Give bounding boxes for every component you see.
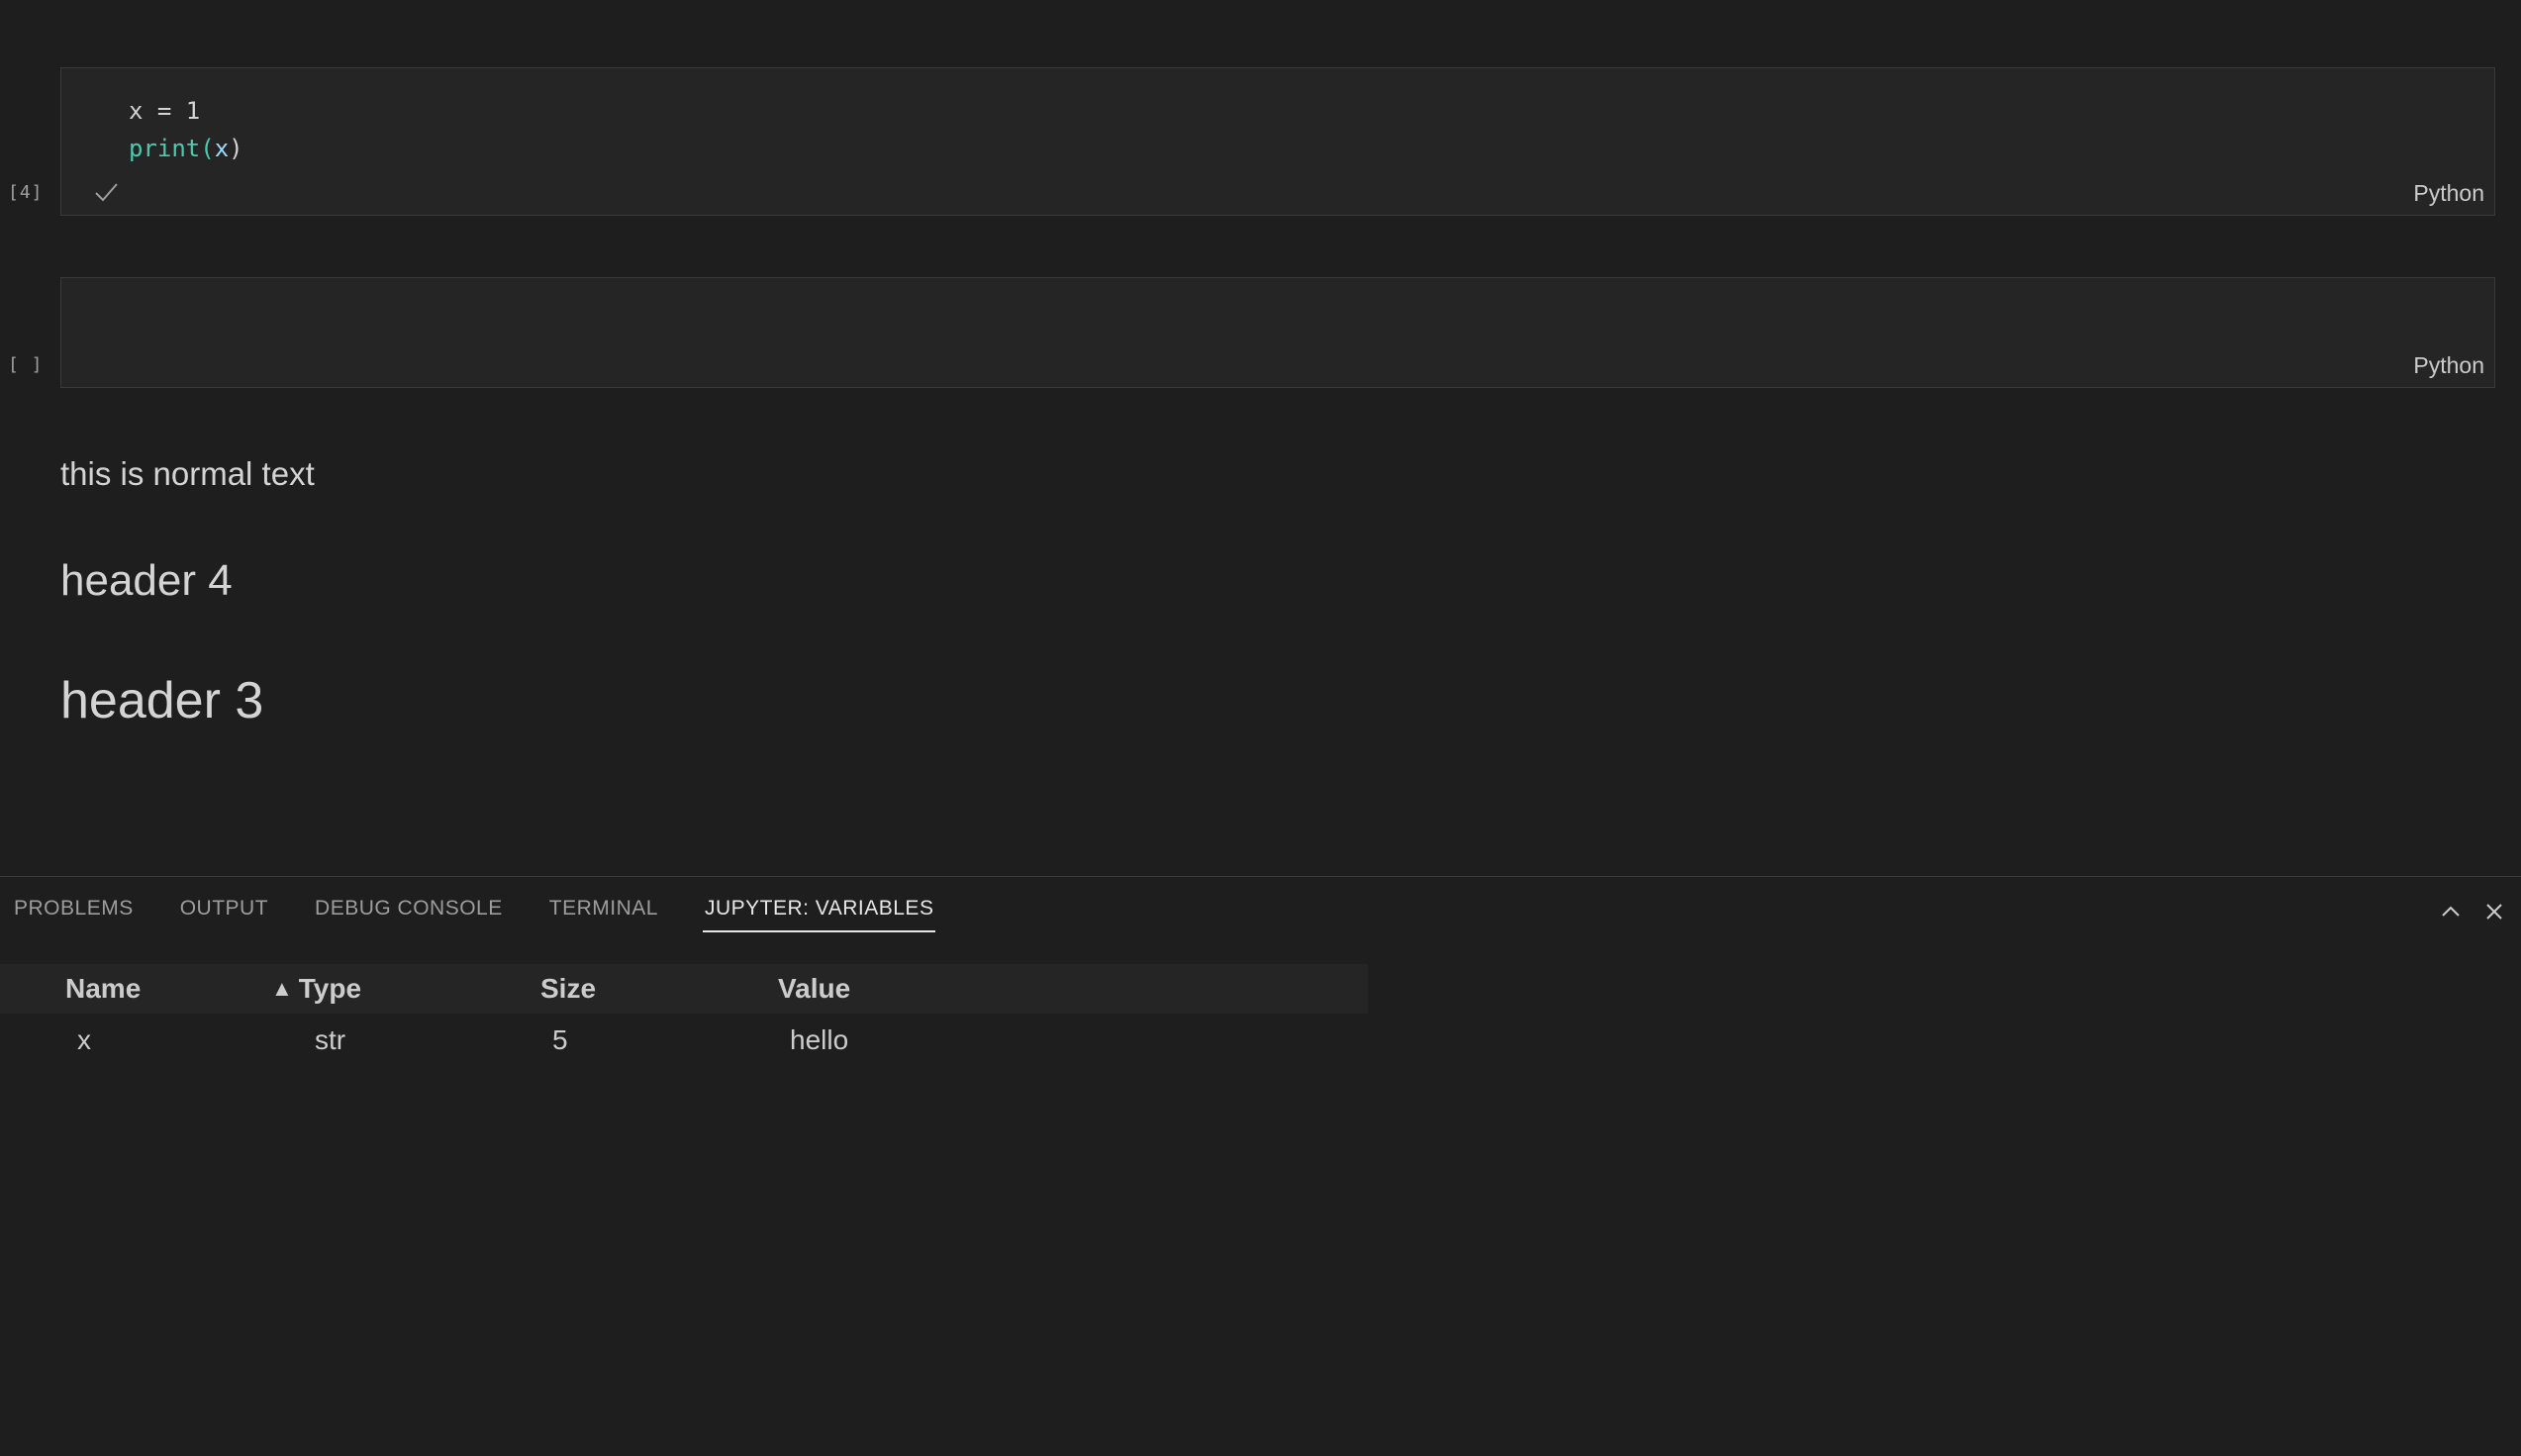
language-selector[interactable]: Python [2413, 180, 2484, 207]
bottom-panel: PROBLEMS OUTPUT DEBUG CONSOLE TERMINAL J… [0, 876, 2521, 1456]
sort-ascending-icon: ▲ [271, 976, 293, 1001]
language-selector[interactable]: Python [2413, 352, 2484, 379]
markdown-header-3: header 3 [60, 672, 264, 729]
execution-count: [ ] [8, 354, 44, 375]
code-line: x = 1 [129, 97, 201, 125]
code-line: print(x) [129, 135, 243, 162]
check-icon [95, 183, 118, 202]
column-header-name[interactable]: Name [65, 964, 141, 1014]
variables-table: Name ▲ Type Size Value x str 5 hello [0, 964, 1368, 1067]
execution-count: [4] [8, 182, 44, 203]
column-header-value[interactable]: Value [778, 964, 850, 1014]
panel-tabs: PROBLEMS OUTPUT DEBUG CONSOLE TERMINAL J… [0, 897, 966, 936]
code-editor[interactable]: x = 1 print(x) [129, 92, 243, 167]
column-header-size[interactable]: Size [540, 964, 596, 1014]
cell-type: str [315, 1024, 346, 1055]
cell-value: hello [790, 1024, 849, 1055]
markdown-header-4: header 4 [60, 556, 233, 605]
tab-problems[interactable]: PROBLEMS [12, 897, 136, 930]
panel-actions [2438, 899, 2507, 924]
code-cell[interactable]: x = 1 print(x) Python [60, 67, 2495, 216]
code-argument: x [214, 135, 230, 162]
code-paren: ) [229, 135, 243, 162]
column-header-type[interactable]: ▲ Type [271, 964, 361, 1014]
notebook-editor: [4] x = 1 print(x) Python [ ] Python thi… [0, 0, 2521, 876]
chevron-up-icon[interactable] [2438, 899, 2464, 924]
code-function: print [129, 135, 201, 162]
column-header-label: Type [298, 973, 362, 1004]
cell-size: 5 [552, 1024, 568, 1055]
markdown-paragraph: this is normal text [60, 455, 315, 492]
table-header: Name ▲ Type Size Value [0, 964, 1368, 1014]
cell-name: x [77, 1024, 91, 1055]
code-paren: ( [200, 135, 215, 162]
code-cell[interactable]: Python [60, 277, 2495, 388]
tab-terminal[interactable]: TERMINAL [547, 897, 660, 930]
table-row[interactable]: x str 5 hello [0, 1014, 1368, 1067]
tab-jupyter-variables[interactable]: JUPYTER: VARIABLES [702, 897, 936, 932]
tab-debug-console[interactable]: DEBUG CONSOLE [313, 897, 505, 930]
tab-output[interactable]: OUTPUT [178, 897, 270, 930]
close-icon[interactable] [2481, 899, 2507, 924]
